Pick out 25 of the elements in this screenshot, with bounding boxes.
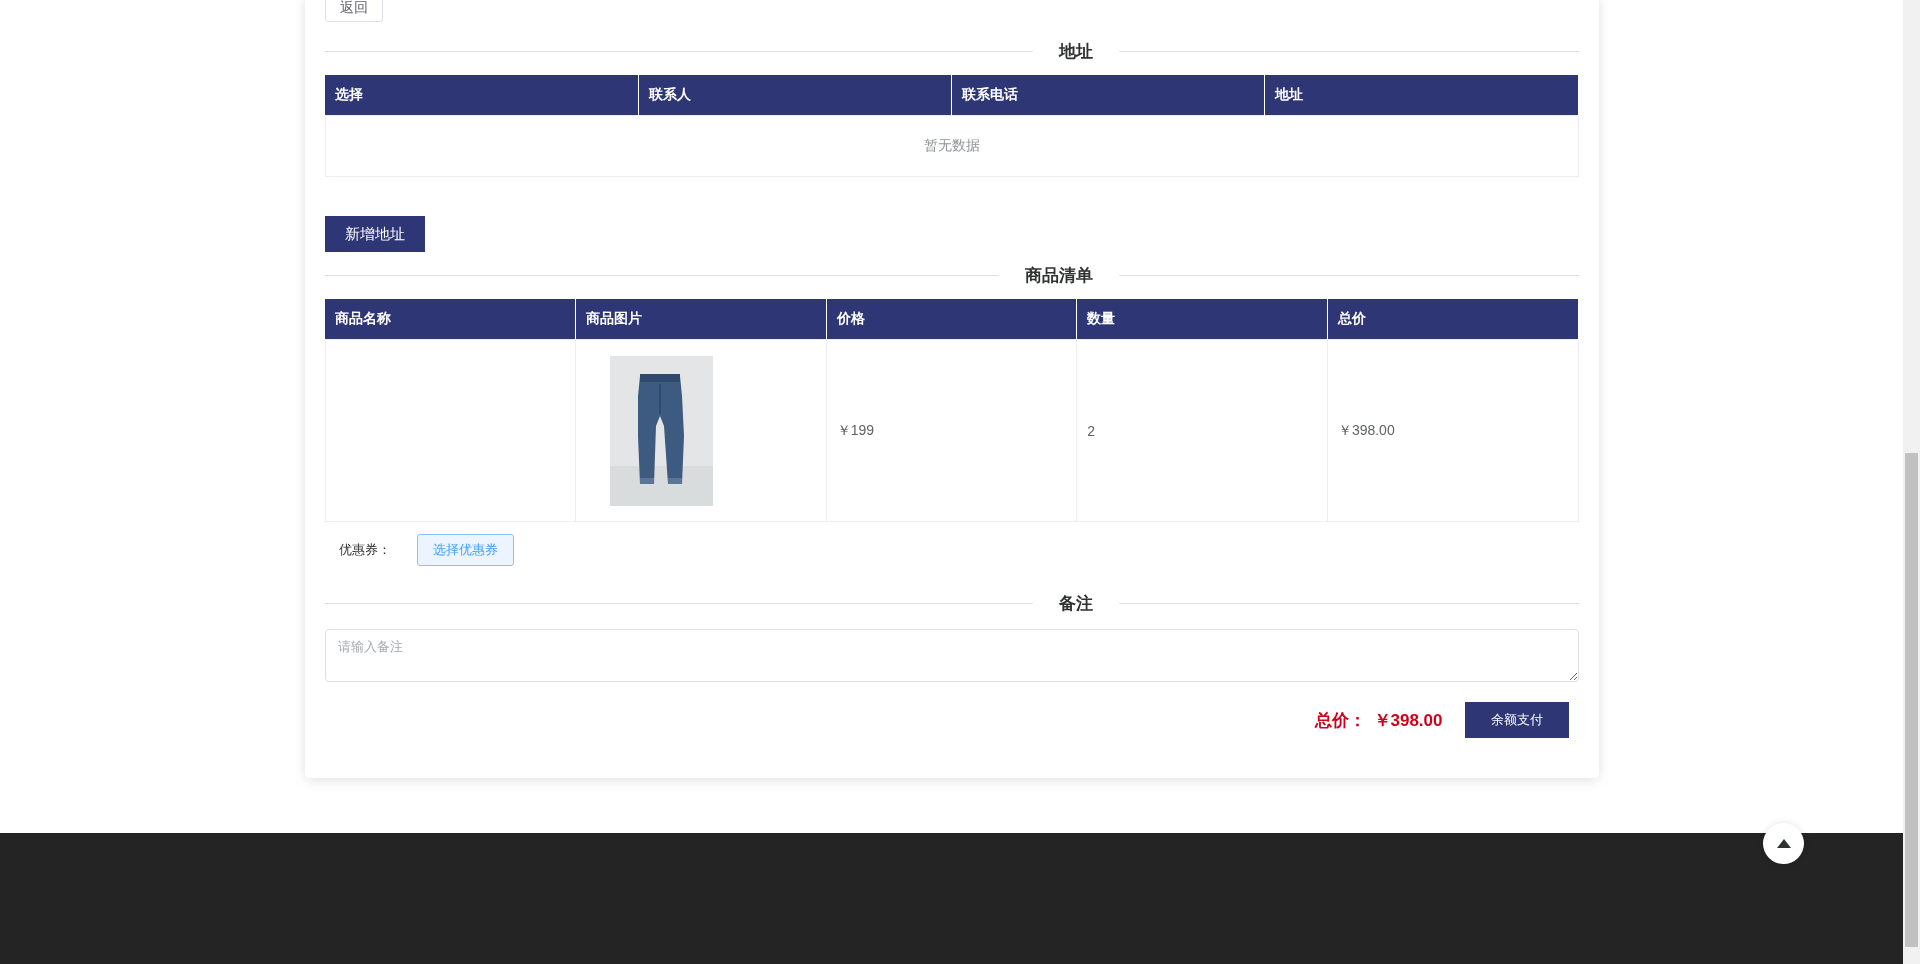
- column-header: 联系电话: [951, 75, 1265, 116]
- empty-text: 暂无数据: [923, 137, 980, 153]
- add-address-button[interactable]: 新增地址: [324, 216, 425, 252]
- total-amount: ￥398.00: [1373, 709, 1443, 732]
- table-cell: ￥398.00: [1337, 421, 1395, 438]
- section-title: 商品清单: [1023, 265, 1094, 287]
- column-header: 联系人: [638, 75, 952, 116]
- pay-button[interactable]: 余额支付: [1464, 702, 1569, 738]
- table-cell: ￥199: [836, 421, 875, 438]
- table-cell: 2: [1087, 422, 1096, 439]
- remark-field[interactable]: 请输入备注: [324, 629, 1579, 682]
- column-header: 商品图片: [575, 299, 827, 340]
- column-header: 价格: [826, 299, 1077, 340]
- column-header: 数量: [1076, 299, 1328, 340]
- scrollbar[interactable]: [1903, 0, 1920, 964]
- column-header: 总价: [1327, 299, 1578, 340]
- section-title: 地址: [1057, 41, 1094, 63]
- back-button[interactable]: 返回: [324, 0, 383, 22]
- up-triangle-icon: [1776, 839, 1791, 848]
- column-header: 商品名称: [325, 299, 576, 340]
- coupon-label: 优惠券：: [338, 541, 391, 559]
- section-title: 备注: [1057, 593, 1094, 615]
- total-label: 总价：: [1314, 709, 1366, 732]
- column-header: 地址: [1264, 75, 1578, 116]
- column-header: 选择: [325, 75, 639, 116]
